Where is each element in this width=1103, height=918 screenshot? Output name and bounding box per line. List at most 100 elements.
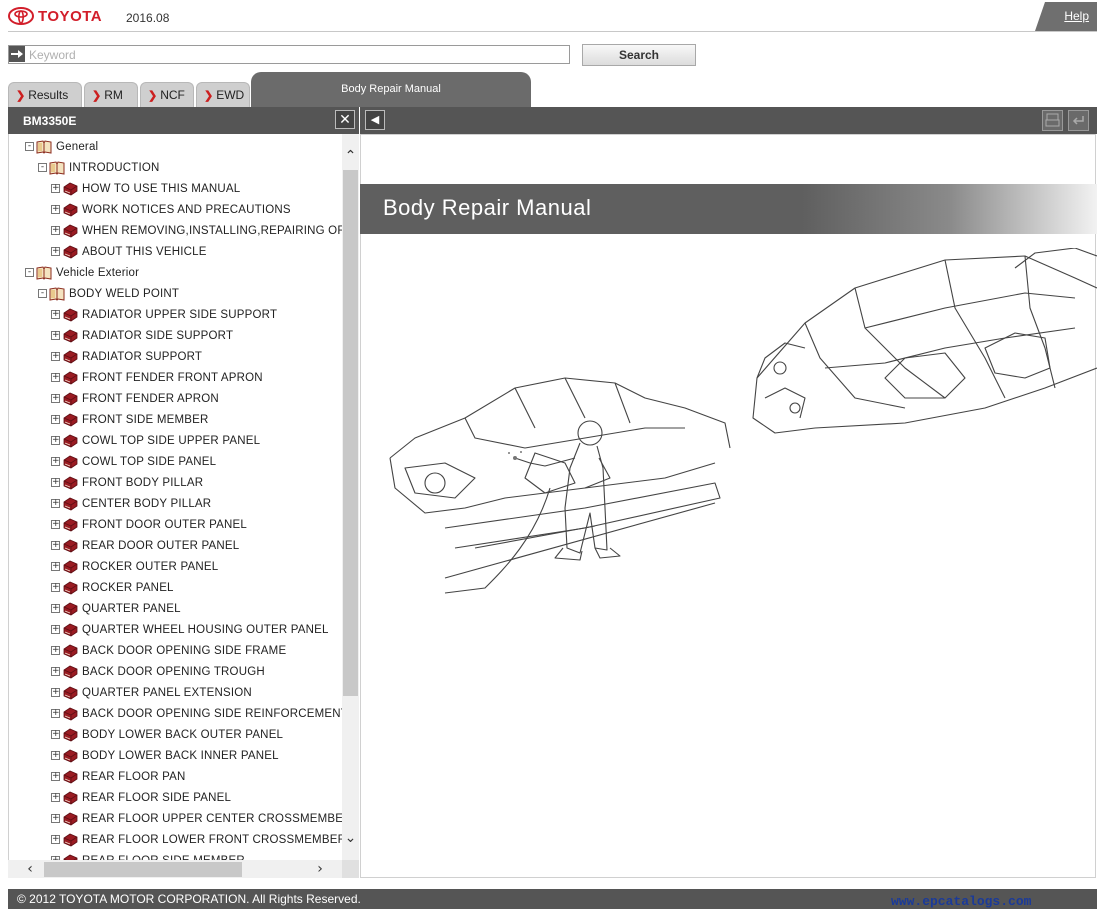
expand-toggle-icon[interactable]: + [51, 415, 60, 424]
tree-node[interactable]: + BACK DOOR OPENING SIDE REINFORCEMENT [51, 703, 343, 724]
scroll-left-icon[interactable]: ‹ [22, 860, 38, 878]
expand-toggle-icon[interactable]: + [51, 562, 60, 571]
search-button[interactable]: Search [582, 44, 696, 66]
tree-node[interactable]: + REAR FLOOR LOWER FRONT CROSSMEMBER [51, 829, 343, 850]
expand-toggle-icon[interactable]: + [51, 499, 60, 508]
close-panel-button[interactable]: ✕ [335, 110, 355, 129]
scroll-up-icon[interactable]: ⌃ [343, 148, 358, 164]
collapse-toggle-icon[interactable]: - [25, 142, 34, 151]
expand-toggle-icon[interactable]: + [51, 667, 60, 676]
print-button[interactable] [1042, 110, 1063, 131]
tree-scroll-thumb[interactable] [343, 170, 358, 696]
tree-node[interactable]: + QUARTER PANEL [51, 598, 181, 619]
keyword-search-input[interactable] [8, 45, 570, 64]
tree-node[interactable]: + FRONT DOOR OUTER PANEL [51, 514, 247, 535]
collapse-toggle-icon[interactable]: - [38, 163, 47, 172]
tree-node[interactable]: + ABOUT THIS VEHICLE [51, 241, 207, 262]
tree-node-label: COWL TOP SIDE UPPER PANEL [82, 434, 261, 447]
expand-toggle-icon[interactable]: + [51, 457, 60, 466]
expand-toggle-icon[interactable]: + [51, 478, 60, 487]
expand-toggle-icon[interactable]: + [51, 772, 60, 781]
expand-toggle-icon[interactable]: + [51, 793, 60, 802]
chevron-right-icon: ❯ [148, 89, 158, 102]
tree-node[interactable]: + CENTER BODY PILLAR [51, 493, 211, 514]
tree-node[interactable]: - BODY WELD POINT [38, 283, 179, 304]
tree-node[interactable]: + FRONT SIDE MEMBER [51, 409, 209, 430]
collapse-toggle-icon[interactable]: - [25, 268, 34, 277]
close-icon: ✕ [339, 111, 351, 127]
tree-node[interactable]: + WHEN REMOVING,INSTALLING,REPAIRING OR [51, 220, 343, 241]
expand-toggle-icon[interactable]: + [51, 835, 60, 844]
tab-ncf[interactable]: ❯ NCF [140, 82, 194, 107]
tree-node-label: FRONT DOOR OUTER PANEL [82, 518, 247, 531]
closed-book-icon [63, 665, 78, 678]
tree-node[interactable]: + FRONT FENDER FRONT APRON [51, 367, 263, 388]
print-icon [1045, 113, 1060, 127]
scroll-down-icon[interactable]: ⌄ [343, 830, 358, 846]
scroll-right-icon[interactable]: › [312, 860, 328, 878]
expand-toggle-icon[interactable]: + [51, 583, 60, 592]
tree-node[interactable]: + COWL TOP SIDE PANEL [51, 451, 216, 472]
expand-toggle-icon[interactable]: + [51, 394, 60, 403]
tree-node[interactable]: + QUARTER WHEEL HOUSING OUTER PANEL [51, 619, 329, 640]
closed-book-icon [63, 728, 78, 741]
tree-node[interactable]: - Vehicle Exterior [25, 262, 139, 283]
tree-node[interactable]: + QUARTER PANEL EXTENSION [51, 682, 252, 703]
tree-node[interactable]: + REAR FLOOR UPPER CENTER CROSSMEMBER [51, 808, 343, 829]
expand-toggle-icon[interactable]: + [51, 247, 60, 256]
tree-node[interactable]: + COWL TOP SIDE UPPER PANEL [51, 430, 260, 451]
tab-body-repair-manual[interactable]: Body Repair Manual [251, 72, 531, 107]
expand-toggle-icon[interactable]: + [51, 751, 60, 760]
tree-node[interactable]: + FRONT FENDER APRON [51, 388, 219, 409]
tab-ewd[interactable]: ❯ EWD [196, 82, 250, 107]
expand-toggle-icon[interactable]: + [51, 352, 60, 361]
tree-node[interactable]: + REAR DOOR OUTER PANEL [51, 535, 239, 556]
tree-node[interactable]: + REAR FLOOR PAN [51, 766, 186, 787]
tree-node[interactable]: - INTRODUCTION [38, 157, 160, 178]
closed-book-icon [63, 392, 78, 405]
tree-node[interactable]: + RADIATOR UPPER SIDE SUPPORT [51, 304, 277, 325]
expand-toggle-icon[interactable]: + [51, 331, 60, 340]
expand-toggle-icon[interactable]: + [51, 688, 60, 697]
tree-node[interactable]: + HOW TO USE THIS MANUAL [51, 178, 240, 199]
tree-node-label: RADIATOR UPPER SIDE SUPPORT [82, 308, 278, 321]
expand-toggle-icon[interactable]: + [51, 310, 60, 319]
expand-toggle-icon[interactable]: + [51, 646, 60, 655]
chevron-right-icon: ❯ [204, 89, 214, 102]
tree-node[interactable]: - General [25, 136, 98, 157]
tree-node[interactable]: + RADIATOR SIDE SUPPORT [51, 325, 233, 346]
collapse-panel-button[interactable]: ◀ [365, 110, 385, 130]
return-button[interactable] [1068, 110, 1089, 131]
tree-node[interactable]: +REAR FLOOR SIDE MEMBER [51, 850, 245, 860]
tree-node[interactable]: + RADIATOR SUPPORT [51, 346, 202, 367]
closed-book-icon [63, 413, 78, 426]
expand-toggle-icon[interactable]: + [51, 604, 60, 613]
expand-toggle-icon[interactable]: + [51, 205, 60, 214]
tree-node[interactable]: + BODY LOWER BACK OUTER PANEL [51, 724, 283, 745]
tree-node-label: Vehicle Exterior [56, 266, 140, 279]
tree-hscroll-thumb[interactable] [44, 862, 242, 877]
tree-node[interactable]: + ROCKER OUTER PANEL [51, 556, 218, 577]
expand-toggle-icon[interactable]: + [51, 520, 60, 529]
tree-node[interactable]: + ROCKER PANEL [51, 577, 174, 598]
tree-node[interactable]: + REAR FLOOR SIDE PANEL [51, 787, 231, 808]
tree-node[interactable]: + BACK DOOR OPENING TROUGH [51, 661, 265, 682]
expand-toggle-icon[interactable]: + [51, 709, 60, 718]
tree-node[interactable]: + BACK DOOR OPENING SIDE FRAME [51, 640, 286, 661]
tree-node[interactable]: + WORK NOTICES AND PRECAUTIONS [51, 199, 291, 220]
expand-toggle-icon[interactable]: + [51, 541, 60, 550]
help-link[interactable]: Help [1064, 9, 1089, 23]
tab-results[interactable]: ❯ Results [8, 82, 82, 107]
tree-node[interactable]: + BODY LOWER BACK INNER PANEL [51, 745, 279, 766]
expand-toggle-icon[interactable]: + [51, 730, 60, 739]
expand-toggle-icon[interactable]: + [51, 184, 60, 193]
expand-toggle-icon[interactable]: + [51, 436, 60, 445]
expand-toggle-icon[interactable]: + [51, 373, 60, 382]
collapse-toggle-icon[interactable]: - [38, 289, 47, 298]
tab-rm[interactable]: ❯ RM [84, 82, 138, 107]
expand-toggle-icon[interactable]: + [51, 625, 60, 634]
tree-node[interactable]: + FRONT BODY PILLAR [51, 472, 203, 493]
tree-node-label: INTRODUCTION [69, 161, 160, 174]
expand-toggle-icon[interactable]: + [51, 226, 60, 235]
expand-toggle-icon[interactable]: + [51, 814, 60, 823]
